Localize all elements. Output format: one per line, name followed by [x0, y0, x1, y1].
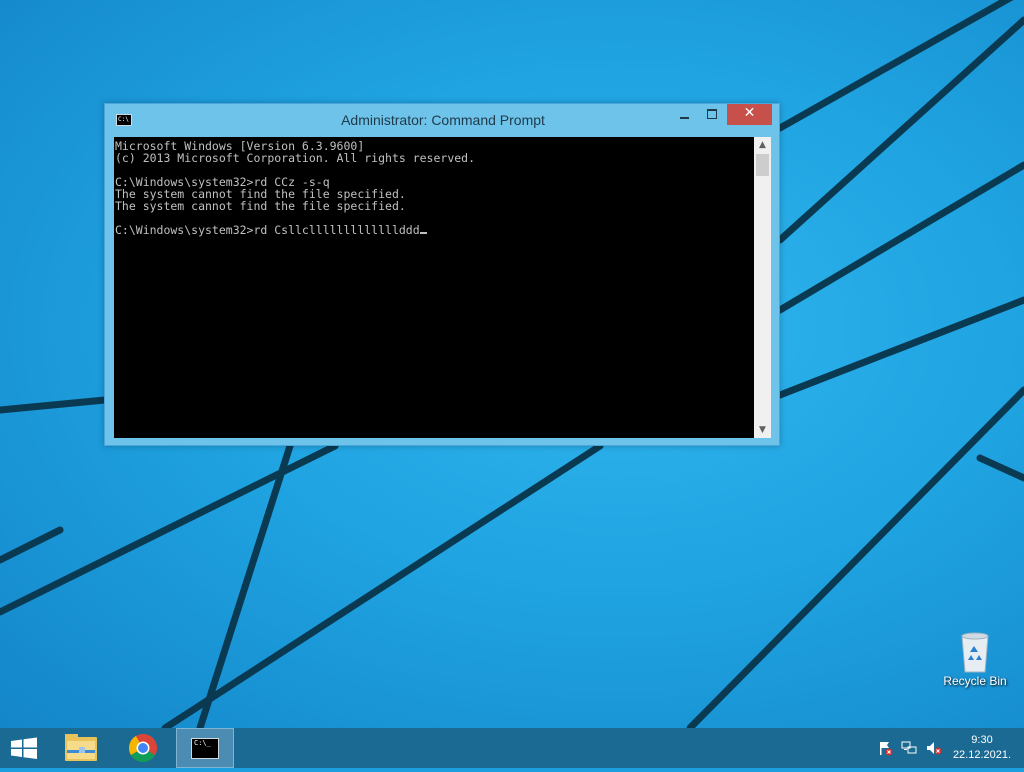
minimize-icon [680, 117, 689, 119]
chrome-icon [129, 734, 157, 762]
console-output: Microsoft Windows [Version 6.3.9600] (c)… [115, 139, 476, 237]
command-prompt-icon: C:\_ [191, 738, 219, 759]
text-cursor [419, 232, 427, 234]
command-prompt-window[interactable]: C:\ Administrator: Command Prompt ✕ Micr… [104, 103, 780, 446]
scroll-up-arrow-icon[interactable]: ▲ [754, 137, 771, 153]
close-button[interactable]: ✕ [727, 104, 772, 125]
command-prompt-taskbar-button[interactable]: C:\_ [176, 728, 234, 768]
recycle-bin-shortcut[interactable]: Recycle Bin [940, 630, 1010, 688]
maximize-icon [706, 109, 717, 119]
close-icon: ✕ [743, 105, 756, 121]
desktop: C:\ Administrator: Command Prompt ✕ Micr… [0, 0, 1024, 728]
taskbar: C:\_ 9:30 22.12.2021. [0, 728, 1024, 768]
chrome-taskbar-button[interactable] [114, 728, 172, 768]
title-bar[interactable]: C:\ Administrator: Command Prompt ✕ [105, 104, 779, 136]
start-button[interactable] [0, 728, 48, 768]
maximize-button[interactable] [698, 104, 725, 125]
scroll-thumb[interactable] [756, 154, 769, 176]
scroll-down-arrow-icon[interactable]: ▼ [754, 422, 771, 438]
console-area[interactable]: Microsoft Windows [Version 6.3.9600] (c)… [114, 137, 754, 438]
minimize-button[interactable] [671, 104, 698, 125]
volume-muted-icon[interactable] [926, 740, 942, 756]
action-center-flag-icon[interactable] [877, 740, 893, 756]
recycle-bin-label: Recycle Bin [943, 674, 1007, 688]
clock-time: 9:30 [971, 734, 993, 746]
windows-logo-icon [11, 737, 37, 759]
clock-date: 22.12.2021. [952, 749, 1012, 761]
vertical-scrollbar[interactable]: ▲ ▼ [754, 137, 771, 438]
file-explorer-taskbar-button[interactable] [52, 728, 110, 768]
taskbar-clock[interactable]: 9:30 22.12.2021. [948, 733, 1016, 763]
recycle-bin-icon [961, 632, 989, 673]
file-explorer-icon [65, 734, 97, 761]
network-icon[interactable] [901, 740, 917, 756]
